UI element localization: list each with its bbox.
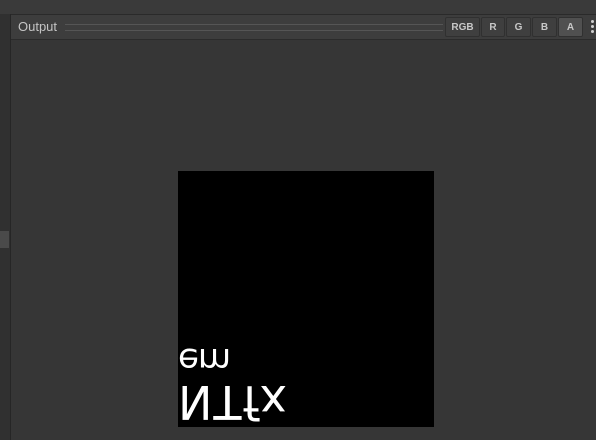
left-dock-edge <box>0 14 11 440</box>
output-window: Output RGB R G B A em NTfx <box>0 0 596 440</box>
channel-r-button[interactable]: R <box>481 17 505 37</box>
channel-rgb-button[interactable]: RGB <box>445 17 480 37</box>
vertical-ellipsis-icon[interactable] <box>589 20 595 34</box>
preview-text-line-1: em <box>178 340 231 380</box>
top-strip <box>0 0 596 15</box>
channel-g-button[interactable]: G <box>506 17 531 37</box>
panel-title: Output <box>18 19 58 34</box>
output-preview-image: em NTfx <box>178 171 434 427</box>
channel-a-button[interactable]: A <box>558 17 583 37</box>
left-dock-handle[interactable] <box>0 231 9 248</box>
preview-text-line-2: NTfx <box>178 375 288 427</box>
output-header: Output RGB R G B A <box>11 15 596 40</box>
header-divider <box>65 24 443 31</box>
channel-b-button[interactable]: B <box>532 17 557 37</box>
